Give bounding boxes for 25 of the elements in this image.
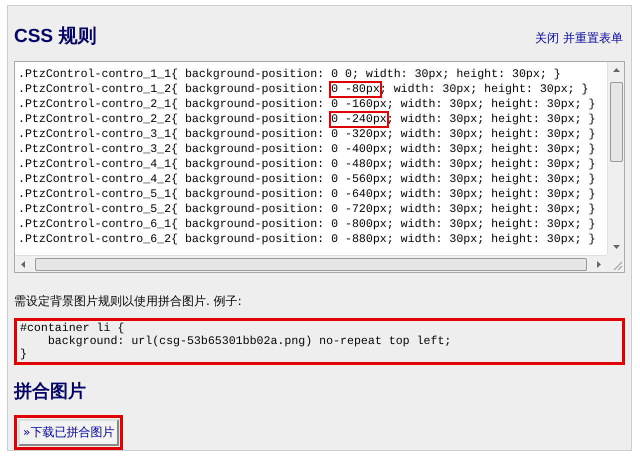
css-rules-textarea[interactable] (14, 61, 625, 273)
css-rule-line: .PtzControl-contro_1_2{ background-position: 0 -80px; width: 30px; height: 30px; } (18, 82, 590, 98)
scroll-up-icon[interactable] (612, 67, 620, 74)
css-rule-line: .PtzControl-contro_5_1{ background-position: 0 -640px; width: 30px; height: 30px; } (18, 187, 596, 202)
css-rule-line: .PtzControl-contro_6_1{ background-position: 0 -800px; width: 30px; height: 30px; } (18, 217, 596, 232)
scroll-left-icon[interactable] (20, 260, 27, 268)
instruction-text: 需设定背景图片规则以使用拼合图片. 例子: (14, 293, 243, 310)
css-rule-line: .PtzControl-contro_4_1{ background-position: 0 -480px; width: 30px; height: 30px; } (18, 157, 596, 172)
css-rule-line: .PtzControl-contro_2_2{ background-position: 0 -240px; width: 30px; height: 30px; } (18, 112, 596, 128)
css-rule-line: .PtzControl-contro_5_2{ background-position: 0 -720px; width: 30px; height: 30px; } (18, 202, 596, 218)
css-rule-line: .PtzControl-contro_4_2{ background-position: 0 -560px; width: 30px; height: 30px; } (18, 172, 596, 188)
css-rule-line: .PtzControl-contro_1_1{ background-position: 0 0; width: 30px; height: 30px; } (18, 67, 562, 82)
css-rule-line: .PtzControl-contro_3_2{ background-position: 0 -400px; width: 30px; height: 30px; } (18, 142, 596, 158)
download-sprite-button[interactable]: »下载已拼合图片 (18, 419, 120, 446)
css-rule-line: .PtzControl-contro_3_1{ background-position: 0 -320px; width: 30px; height: 30px; } (18, 127, 596, 142)
css-rule-line: .PtzControl-contro_2_1{ background-position: 0 -160px; width: 30px; height: 30px; } (18, 97, 596, 112)
scroll-right-icon[interactable] (595, 260, 602, 268)
sprite-heading: 拼合图片 (14, 380, 87, 403)
vertical-scrollbar[interactable] (607, 62, 624, 255)
close-reset-link[interactable]: 关闭 并重置表单 (535, 30, 623, 48)
section-title: CSS 规则 (14, 25, 96, 50)
scroll-down-icon[interactable] (612, 243, 620, 250)
example-code: #container li { background: url(csg-53b65301bb02a.png) no-repeat top left; } (14, 318, 625, 365)
horizontal-scrollbar[interactable] (15, 255, 607, 272)
css-rule-line: .PtzControl-contro_6_2{ background-position: 0 -880px; width: 30px; height: 30px; } (18, 232, 596, 248)
